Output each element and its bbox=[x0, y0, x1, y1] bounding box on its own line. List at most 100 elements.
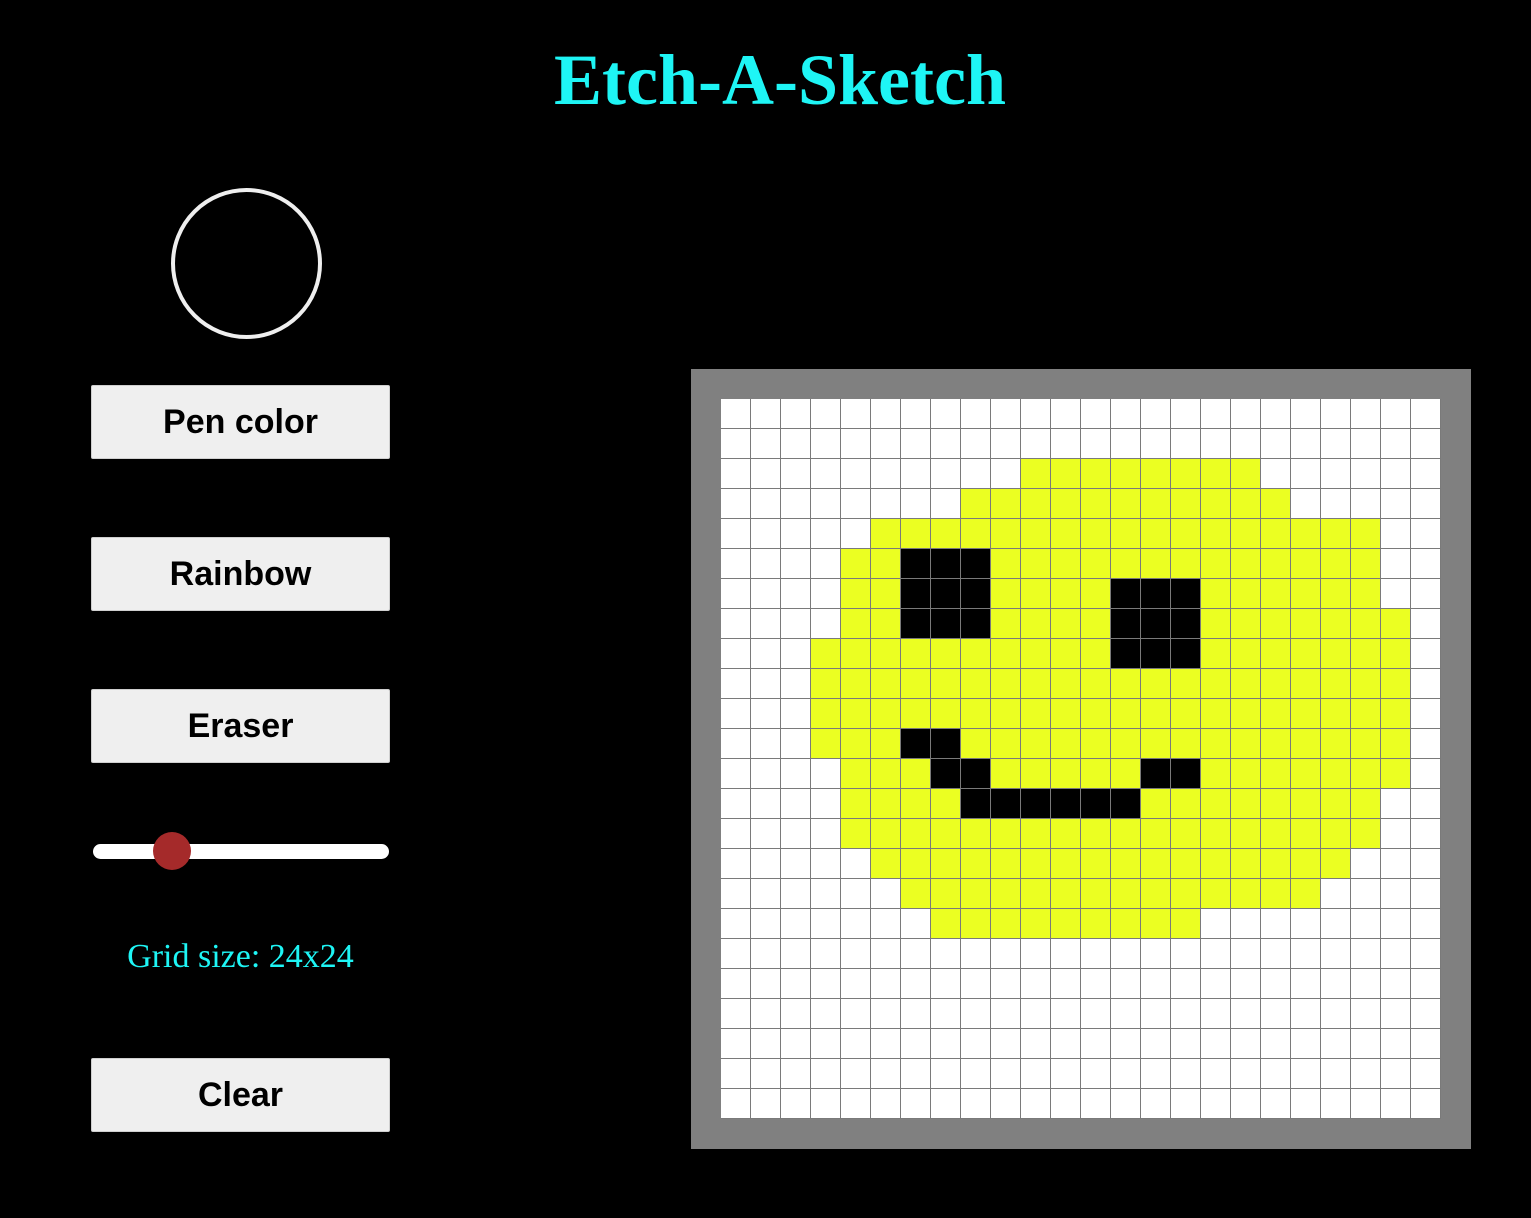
grid-cell[interactable] bbox=[1051, 399, 1081, 429]
grid-cell[interactable] bbox=[1381, 759, 1411, 789]
grid-cell[interactable] bbox=[841, 639, 871, 669]
grid-cell[interactable] bbox=[991, 879, 1021, 909]
grid-cell[interactable] bbox=[751, 699, 781, 729]
grid-cell[interactable] bbox=[811, 909, 841, 939]
grid-cell[interactable] bbox=[751, 609, 781, 639]
grid-cell[interactable] bbox=[1261, 429, 1291, 459]
grid-cell[interactable] bbox=[841, 609, 871, 639]
grid-cell[interactable] bbox=[871, 909, 901, 939]
grid-cell[interactable] bbox=[1261, 879, 1291, 909]
grid-cell[interactable] bbox=[901, 579, 931, 609]
grid-cell[interactable] bbox=[871, 849, 901, 879]
grid-cell[interactable] bbox=[841, 549, 871, 579]
grid-cell[interactable] bbox=[1051, 609, 1081, 639]
grid-cell[interactable] bbox=[1411, 999, 1441, 1029]
grid-cell[interactable] bbox=[901, 909, 931, 939]
grid-cell[interactable] bbox=[841, 879, 871, 909]
grid-cell[interactable] bbox=[1261, 1089, 1291, 1119]
grid-cell[interactable] bbox=[1051, 969, 1081, 999]
grid-cell[interactable] bbox=[1351, 489, 1381, 519]
grid-cell[interactable] bbox=[1411, 399, 1441, 429]
grid-cell[interactable] bbox=[991, 549, 1021, 579]
grid-cell[interactable] bbox=[781, 489, 811, 519]
grid-cell[interactable] bbox=[931, 549, 961, 579]
grid-cell[interactable] bbox=[1381, 1029, 1411, 1059]
grid-cell[interactable] bbox=[1171, 789, 1201, 819]
grid-cell[interactable] bbox=[1111, 879, 1141, 909]
grid-cell[interactable] bbox=[1291, 939, 1321, 969]
grid-cell[interactable] bbox=[961, 1059, 991, 1089]
grid-cell[interactable] bbox=[811, 969, 841, 999]
grid-cell[interactable] bbox=[811, 789, 841, 819]
grid-cell[interactable] bbox=[1171, 909, 1201, 939]
grid-cell[interactable] bbox=[871, 399, 901, 429]
grid-cell[interactable] bbox=[721, 909, 751, 939]
grid-cell[interactable] bbox=[721, 759, 751, 789]
grid-cell[interactable] bbox=[1171, 579, 1201, 609]
grid-cell[interactable] bbox=[1231, 549, 1261, 579]
grid-cell[interactable] bbox=[721, 819, 751, 849]
grid-cell[interactable] bbox=[1171, 1089, 1201, 1119]
grid-cell[interactable] bbox=[1051, 519, 1081, 549]
grid-cell[interactable] bbox=[1201, 579, 1231, 609]
grid-cell[interactable] bbox=[1351, 669, 1381, 699]
grid-cell[interactable] bbox=[1111, 939, 1141, 969]
grid-cell[interactable] bbox=[931, 519, 961, 549]
grid-cell[interactable] bbox=[1171, 1029, 1201, 1059]
grid-cell[interactable] bbox=[1321, 399, 1351, 429]
grid-cell[interactable] bbox=[1411, 909, 1441, 939]
grid-cell[interactable] bbox=[1081, 879, 1111, 909]
grid-cell[interactable] bbox=[721, 789, 751, 819]
grid-cell[interactable] bbox=[991, 579, 1021, 609]
grid-cell[interactable] bbox=[931, 969, 961, 999]
grid-cell[interactable] bbox=[1351, 609, 1381, 639]
grid-cell[interactable] bbox=[1231, 849, 1261, 879]
grid-cell[interactable] bbox=[1021, 939, 1051, 969]
grid-cell[interactable] bbox=[1201, 459, 1231, 489]
grid-cell[interactable] bbox=[1351, 729, 1381, 759]
grid-cell[interactable] bbox=[1051, 999, 1081, 1029]
grid-cell[interactable] bbox=[991, 519, 1021, 549]
grid-cell[interactable] bbox=[1141, 609, 1171, 639]
grid-cell[interactable] bbox=[1321, 729, 1351, 759]
grid-cell[interactable] bbox=[1411, 759, 1441, 789]
grid-cell[interactable] bbox=[811, 819, 841, 849]
grid-cell[interactable] bbox=[1201, 699, 1231, 729]
grid-cell[interactable] bbox=[1021, 549, 1051, 579]
grid-cell[interactable] bbox=[1111, 459, 1141, 489]
grid-cell[interactable] bbox=[811, 999, 841, 1029]
grid-cell[interactable] bbox=[1231, 399, 1261, 429]
grid-cell[interactable] bbox=[1261, 909, 1291, 939]
grid-cell[interactable] bbox=[1021, 399, 1051, 429]
grid-cell[interactable] bbox=[1171, 519, 1201, 549]
grid-cell[interactable] bbox=[751, 519, 781, 549]
grid-cell[interactable] bbox=[1141, 849, 1171, 879]
grid-cell[interactable] bbox=[871, 609, 901, 639]
grid-cell[interactable] bbox=[721, 429, 751, 459]
grid-cell[interactable] bbox=[1351, 819, 1381, 849]
grid-cell[interactable] bbox=[1141, 459, 1171, 489]
grid-cell[interactable] bbox=[841, 1089, 871, 1119]
grid-cell[interactable] bbox=[811, 549, 841, 579]
grid-cell[interactable] bbox=[931, 429, 961, 459]
grid-cell[interactable] bbox=[1381, 609, 1411, 639]
grid-cell[interactable] bbox=[1051, 849, 1081, 879]
grid-cell[interactable] bbox=[1261, 729, 1291, 759]
grid-cell[interactable] bbox=[1021, 429, 1051, 459]
grid-cell[interactable] bbox=[961, 699, 991, 729]
grid-cell[interactable] bbox=[871, 1089, 901, 1119]
grid-cell[interactable] bbox=[901, 1089, 931, 1119]
grid-cell[interactable] bbox=[1141, 759, 1171, 789]
grid-cell[interactable] bbox=[991, 459, 1021, 489]
grid-cell[interactable] bbox=[991, 849, 1021, 879]
grid-cell[interactable] bbox=[1231, 489, 1261, 519]
grid-cell[interactable] bbox=[931, 699, 961, 729]
grid-cell[interactable] bbox=[1351, 789, 1381, 819]
grid-cell[interactable] bbox=[781, 699, 811, 729]
grid-cell[interactable] bbox=[1081, 519, 1111, 549]
grid-cell[interactable] bbox=[901, 459, 931, 489]
grid-cell[interactable] bbox=[751, 789, 781, 819]
grid-cell[interactable] bbox=[1351, 549, 1381, 579]
grid-cell[interactable] bbox=[721, 639, 751, 669]
grid-cell[interactable] bbox=[751, 999, 781, 1029]
